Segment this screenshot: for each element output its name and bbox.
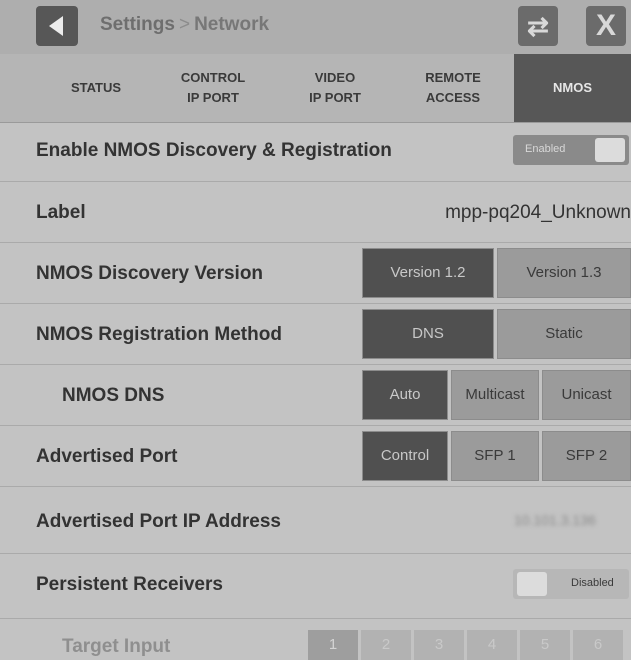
discovery-version-label: NMOS Discovery Version [36, 263, 264, 284]
port-sfp1-button[interactable]: SFP 1 [451, 431, 539, 481]
tab-remote-access[interactable]: REMOTE ACCESS [406, 54, 500, 122]
row-advertised-ip: Advertised Port IP Address 10.101.3.136 [0, 487, 631, 554]
advertised-ip-label: Advertised Port IP Address [36, 511, 281, 532]
dns-auto-button[interactable]: Auto [362, 370, 448, 420]
advertised-ip-value: 10.101.3.136 [514, 512, 596, 528]
tab-control-ip-port[interactable]: CONTROL IP PORT [164, 54, 262, 122]
persistent-receivers-label: Persistent Receivers [36, 574, 223, 595]
tab-label: VIDEO IP PORT [309, 70, 361, 105]
version-1-2-button[interactable]: Version 1.2 [362, 248, 494, 298]
row-label: Label mpp-pq204_Unknown [0, 182, 631, 243]
enable-nmos-toggle[interactable]: Enabled [513, 135, 629, 165]
breadcrumb-current: Network [194, 14, 270, 35]
title-bar: Settings > Network ⇄ X [0, 0, 631, 54]
tab-label: NMOS [553, 80, 592, 95]
breadcrumb: Settings > Network [100, 14, 269, 36]
back-button[interactable] [36, 6, 78, 46]
tab-nmos[interactable]: NMOS [514, 54, 631, 122]
tab-label: REMOTE ACCESS [425, 70, 481, 105]
breadcrumb-root[interactable]: Settings [100, 14, 175, 35]
label-field-label: Label [36, 202, 86, 223]
target-input-4-button[interactable]: 4 [467, 630, 517, 660]
toggle-knob [517, 572, 547, 596]
target-input-2-button[interactable]: 2 [361, 630, 411, 660]
swap-icon[interactable]: ⇄ [518, 6, 558, 46]
toggle-knob [595, 138, 625, 162]
dns-unicast-button[interactable]: Unicast [542, 370, 631, 420]
row-registration-method: NMOS Registration Method DNS Static [0, 304, 631, 365]
row-persistent-receivers: Persistent Receivers Disabled [0, 554, 631, 619]
dns-button[interactable]: DNS [362, 309, 494, 359]
target-input-label: Target Input [62, 636, 171, 657]
target-input-3-button[interactable]: 3 [414, 630, 464, 660]
toggle-state-text: Disabled [571, 577, 614, 589]
row-advertised-port: Advertised Port Control SFP 1 SFP 2 [0, 426, 631, 487]
target-input-5-button[interactable]: 5 [520, 630, 570, 660]
static-button[interactable]: Static [497, 309, 631, 359]
row-nmos-dns: NMOS DNS Auto Multicast Unicast [0, 365, 631, 426]
row-enable-nmos: Enable NMOS Discovery & Registration Ena… [0, 123, 631, 182]
tab-label: STATUS [70, 80, 122, 95]
dns-multicast-button[interactable]: Multicast [451, 370, 539, 420]
breadcrumb-separator: > [178, 14, 191, 35]
close-icon[interactable]: X [586, 6, 626, 46]
back-arrow-icon [49, 16, 63, 36]
port-sfp2-button[interactable]: SFP 2 [542, 431, 631, 481]
nmos-dns-label: NMOS DNS [62, 385, 165, 406]
row-discovery-version: NMOS Discovery Version Version 1.2 Versi… [0, 243, 631, 304]
tab-video-ip-port[interactable]: VIDEO IP PORT [290, 54, 380, 122]
label-value-field[interactable]: mpp-pq204_Unknown [445, 202, 631, 224]
registration-method-label: NMOS Registration Method [36, 324, 282, 345]
enable-nmos-label: Enable NMOS Discovery & Registration [36, 140, 392, 161]
version-1-3-button[interactable]: Version 1.3 [497, 248, 631, 298]
port-control-button[interactable]: Control [362, 431, 448, 481]
persistent-receivers-toggle[interactable]: Disabled [513, 569, 629, 599]
toggle-state-text: Enabled [525, 143, 566, 155]
target-input-1-button[interactable]: 1 [308, 630, 358, 660]
tab-bar: STATUS CONTROL IP PORT VIDEO IP PORT REM… [0, 54, 631, 123]
tab-label: CONTROL IP PORT [180, 70, 246, 105]
target-input-6-button[interactable]: 6 [573, 630, 623, 660]
advertised-port-label: Advertised Port [36, 446, 178, 467]
tab-status[interactable]: STATUS [48, 54, 144, 122]
